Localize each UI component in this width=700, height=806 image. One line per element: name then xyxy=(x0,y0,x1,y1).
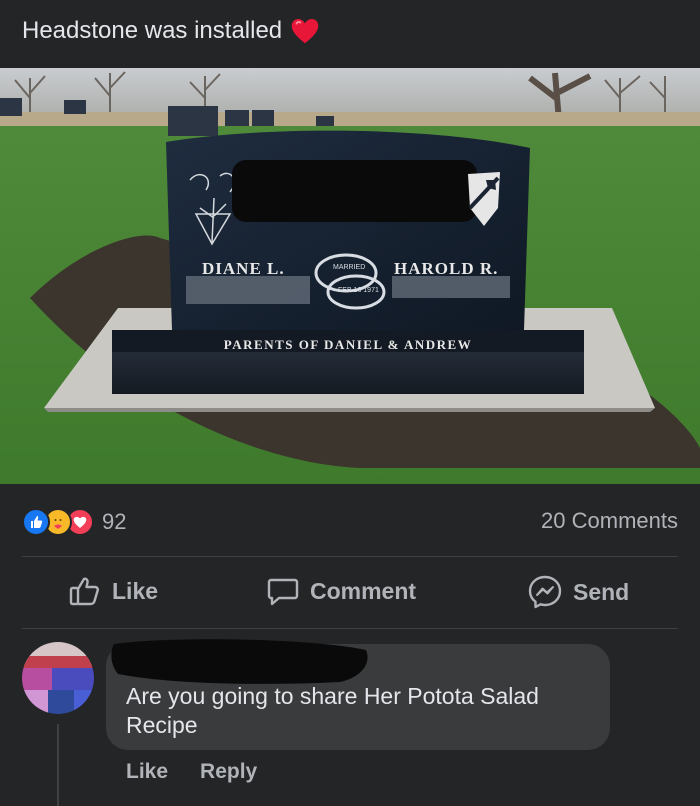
speech-bubble-icon xyxy=(267,578,299,606)
messenger-icon xyxy=(528,575,562,609)
redacted-left-dates xyxy=(186,276,310,304)
thumbs-up-icon xyxy=(69,577,100,606)
comment-thread-line xyxy=(57,724,59,806)
like-label: Like xyxy=(112,577,159,604)
redacted-surname xyxy=(232,160,477,222)
foundation-shadow xyxy=(44,408,655,412)
comment-label: Comment xyxy=(310,577,417,604)
like-button[interactable]: Like xyxy=(68,574,158,608)
headstone-left-name: DIANE L. xyxy=(202,259,285,278)
like-reaction-icon xyxy=(22,508,50,536)
reaction-summary[interactable]: 92 xyxy=(22,508,126,536)
post-photo[interactable]: DIANE L. HAROLD R. MARRIED FEB 16 1971 P… xyxy=(0,68,700,484)
headstone-base-text: PARENTS OF DANIEL & ANDREW xyxy=(224,337,472,352)
comment-text: Are you going to share Her Potota Salad … xyxy=(126,683,539,738)
comment-reply-button[interactable]: Reply xyxy=(200,760,257,784)
commenter-avatar[interactable] xyxy=(22,642,94,714)
reaction-count: 92 xyxy=(102,509,127,534)
post-text: Headstone was installed xyxy=(22,17,283,44)
comment-button[interactable]: Comment xyxy=(266,574,416,608)
post-actions: Like Comment Send xyxy=(0,558,700,628)
send-button[interactable]: Send xyxy=(527,574,629,610)
comment-count[interactable]: 20 Comments xyxy=(541,508,678,534)
comment-actions: Like Reply xyxy=(126,760,257,784)
ring-text-married: MARRIED xyxy=(333,264,365,271)
comment-like-button[interactable]: Like xyxy=(126,760,168,784)
divider-top xyxy=(22,556,678,557)
send-label: Send xyxy=(573,578,630,605)
redacted-commenter-name xyxy=(111,639,368,684)
post-caption: Headstone was installed xyxy=(22,16,320,46)
headstone-right-name: HAROLD R. xyxy=(394,259,498,278)
redacted-right-dates xyxy=(392,276,510,298)
red-heart-icon xyxy=(291,19,319,44)
post-header: Headstone was installed xyxy=(0,0,700,68)
ring-text-date: FEB 16 1971 xyxy=(338,287,379,294)
